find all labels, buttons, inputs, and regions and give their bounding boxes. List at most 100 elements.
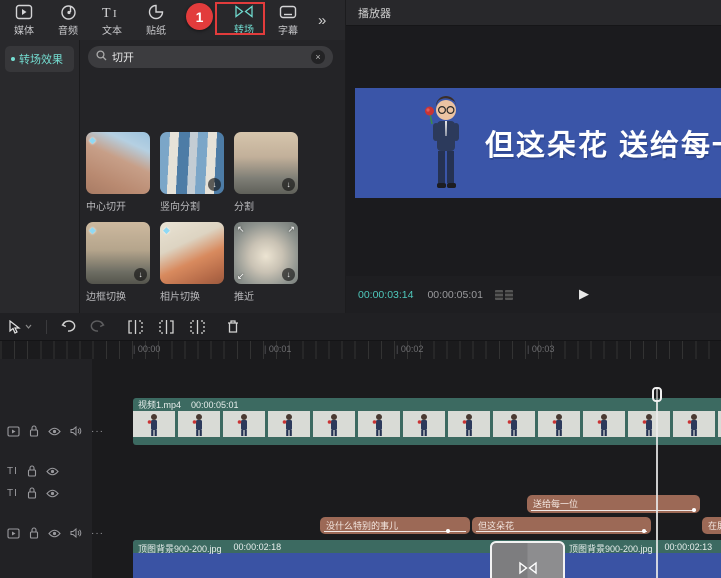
ruler-tick-label: 00:00: [133, 344, 161, 354]
playhead-handle[interactable]: [652, 387, 662, 402]
image-clip[interactable]: 顶图背景900-200.jpg 00:00:02:18: [133, 540, 527, 578]
ruler-tick-label: 00:03: [527, 344, 555, 354]
timeline-toolbar: [0, 313, 721, 341]
split-right-button[interactable]: [189, 319, 206, 334]
sidebar-item-transition-effects[interactable]: 转场效果: [5, 46, 74, 72]
filmstrip-frame: [358, 411, 403, 437]
arrow-icon: ↙: [237, 271, 245, 281]
ruler-tick-label: 00:01: [264, 344, 292, 354]
arrow-icon: ↗: [287, 224, 295, 234]
text-clip-label: 在屏: [708, 521, 721, 531]
image-clip-label: 顶图背景900-200.jpg 00:00:02:18: [138, 542, 281, 555]
transition-item[interactable]: ◆ 中心切开: [86, 132, 150, 213]
vip-diamond-icon: ◆: [163, 225, 170, 235]
current-time: 00:00:03:14: [358, 288, 414, 301]
preview-subtitle-text: 但这朵花 送给每一位: [485, 130, 721, 162]
transition-thumb[interactable]: ↓: [234, 132, 298, 194]
split-left-button[interactable]: [127, 319, 144, 334]
tracks-area: 视频1.mp4 00:00:05:01 送给每一位 没什么特别的事儿 但这朵花: [0, 359, 721, 578]
transition-thumb[interactable]: ◆ ↓: [86, 222, 150, 284]
tab-transition[interactable]: 转场: [222, 4, 266, 36]
video-clip[interactable]: 视频1.mp4 00:00:05:01: [133, 398, 721, 445]
clip-duration: 00:00:02:18: [233, 542, 282, 552]
text-icon: TI: [101, 4, 123, 20]
transition-item[interactable]: ◆ ↓ 边框切换: [86, 222, 150, 303]
search-clear-icon[interactable]: ×: [311, 50, 325, 64]
toolbar-expand-chevron[interactable]: »: [318, 12, 326, 29]
transition-label: 竖向分割: [160, 202, 200, 213]
player-controls: 00:00:03:14 00:00:05:01 ▶: [346, 276, 721, 313]
text-clip[interactable]: 送给每一位: [527, 495, 700, 513]
clip-duration: 00:00:02:13: [664, 542, 713, 552]
tab-text[interactable]: TI 文本: [90, 4, 134, 37]
filmstrip-frame: [403, 411, 448, 437]
redo-button[interactable]: [90, 320, 105, 333]
sticker-icon: [148, 4, 164, 20]
play-button[interactable]: ▶: [579, 286, 589, 302]
filmstrip-frame: [448, 411, 493, 437]
arrow-icon: ↖: [237, 224, 245, 234]
split-button[interactable]: [158, 319, 175, 334]
delete-button[interactable]: [226, 319, 240, 334]
media-icon: [15, 4, 33, 20]
vip-diamond-icon: ◆: [89, 225, 96, 235]
search-bar[interactable]: 切开 ×: [88, 46, 333, 68]
video-preview: 但这朵花 送给每一位: [346, 26, 721, 276]
timeline-ruler[interactable]: 00:00 00:01 00:02 00:03: [0, 341, 721, 359]
transition-thumb[interactable]: ↖ ↗ ↙ ↓: [234, 222, 298, 284]
tab-transition-label: 转场: [234, 25, 254, 36]
transition-grid: ◆ 中心切开 ↓ 竖向分割 ↓ 分割 ◆ ↓ 边框切换 ◆ 相片切换 ↖ ↗ ↙…: [86, 92, 308, 313]
cartoon-man-figure: [419, 96, 469, 198]
tab-sticker[interactable]: 贴纸: [134, 4, 178, 37]
captions-icon: [279, 4, 297, 20]
download-icon: ↓: [134, 268, 147, 281]
text-clip[interactable]: 但这朵花: [472, 517, 651, 534]
tab-captions-label: 字幕: [278, 25, 298, 37]
transition-label: 推近: [234, 292, 254, 303]
playhead[interactable]: [652, 387, 662, 578]
annotation-step1-badge: 1: [186, 3, 213, 30]
tab-captions[interactable]: 字幕: [266, 4, 310, 37]
transition-item[interactable]: ↖ ↗ ↙ ↓ 推近: [234, 222, 298, 303]
tab-sticker-label: 贴纸: [146, 25, 166, 37]
undo-button[interactable]: [61, 320, 76, 333]
player-panel: 播放器 但这朵花 送给每 00:00:03:14 00:00:05:01 ▶: [346, 0, 721, 313]
total-duration: 00:00:05:01: [427, 288, 483, 301]
filmstrip-frame: [223, 411, 268, 437]
tab-audio[interactable]: 音频: [46, 4, 90, 37]
download-icon: ↓: [208, 178, 221, 191]
applied-transition-clip[interactable]: [490, 541, 565, 578]
video-clip-label: 视频1.mp4 00:00:05:01: [133, 398, 721, 411]
filmstrip-frame: [268, 411, 313, 437]
transition-label: 分割: [234, 202, 254, 213]
filmstrip-frame: [178, 411, 223, 437]
timeline: 00:00 00:01 00:02 00:03 ··· TI TI: [0, 313, 721, 578]
transition-item[interactable]: ↓ 竖向分割: [160, 132, 224, 213]
transition-thumb[interactable]: ◆: [86, 132, 150, 194]
text-clip[interactable]: 没什么特别的事儿: [320, 517, 470, 534]
clip-duration: 00:00:05:01: [191, 399, 239, 410]
svg-text:T: T: [102, 6, 111, 20]
transition-thumb[interactable]: ◆: [160, 222, 224, 284]
filmstrip-frame: [583, 411, 628, 437]
transition-label: 相片切换: [160, 292, 200, 303]
transition-item[interactable]: ◆ 相片切换: [160, 222, 224, 303]
transition-thumb[interactable]: ↓: [160, 132, 224, 194]
top-toolbar: 媒体 音频 TI 文本 贴纸 转场 字幕 »: [0, 0, 345, 40]
text-clip[interactable]: 在屏: [702, 517, 721, 534]
player-header: 播放器: [346, 0, 721, 26]
select-tool-button[interactable]: [8, 319, 32, 334]
search-input[interactable]: 切开: [112, 49, 306, 65]
ruler-tick-label: 00:02: [396, 344, 424, 354]
frame-view-icon[interactable]: [494, 289, 513, 300]
tab-media[interactable]: 媒体: [2, 4, 46, 37]
duration-line: [476, 530, 647, 532]
transition-label: 边框切换: [86, 292, 126, 303]
filmstrip-frame: [493, 411, 538, 437]
duration-line: [531, 509, 696, 511]
search-icon: [96, 48, 107, 66]
transition-item[interactable]: ↓ 分割: [234, 132, 298, 213]
clip-name: 顶图背景900-200.jpg: [569, 544, 653, 554]
clip-name: 顶图背景900-200.jpg: [138, 544, 222, 554]
download-icon: ↓: [282, 268, 295, 281]
